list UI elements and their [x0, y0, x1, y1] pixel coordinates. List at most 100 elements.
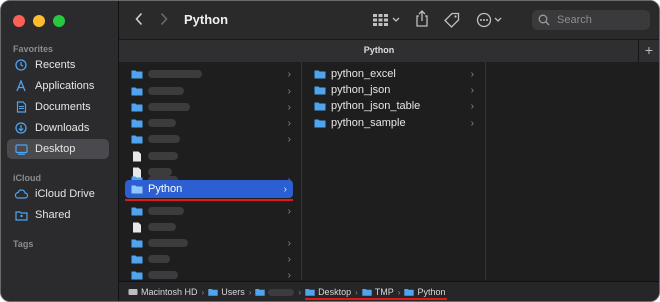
- redacted-name: [148, 239, 188, 247]
- more-actions-button[interactable]: [476, 12, 504, 33]
- close-window-button[interactable]: [13, 15, 25, 27]
- view-options-button[interactable]: [373, 13, 401, 32]
- folder-icon: [131, 206, 143, 216]
- crumb-label: Users: [221, 287, 245, 297]
- list-item[interactable]: ›: [125, 83, 297, 99]
- folder-icon: [131, 86, 143, 96]
- sidebar-item-desktop[interactable]: Desktop: [7, 139, 109, 159]
- redacted-name: [148, 103, 190, 111]
- list-item-label: python_excel: [331, 68, 396, 80]
- sidebar-item-label: Recents: [35, 59, 76, 71]
- share-icon: [416, 10, 428, 27]
- chevron-right-icon: ›: [287, 205, 291, 217]
- chevron-right-icon: ›: [287, 101, 291, 113]
- path-separator: ›: [355, 287, 358, 297]
- folder-icon: [131, 270, 143, 280]
- sidebar-item-applications[interactable]: Applications: [7, 76, 109, 96]
- tab-bar: Python +: [119, 39, 659, 63]
- crumb-label: Macintosh HD: [141, 287, 198, 297]
- sidebar-item-label: Applications: [35, 80, 95, 92]
- list-item-python-json[interactable]: python_json ›: [308, 82, 480, 98]
- crumb-user-home[interactable]: [255, 288, 295, 296]
- icloud-section-label: iCloud: [13, 173, 41, 183]
- crumb-desktop[interactable]: Desktop: [305, 287, 351, 297]
- list-item[interactable]: ›: [125, 115, 297, 131]
- window-title: Python: [184, 12, 229, 27]
- crumb-tmp[interactable]: TMP: [362, 287, 394, 297]
- redacted-name: [148, 87, 184, 95]
- list-item-python-excel[interactable]: python_excel ›: [308, 66, 480, 82]
- crumb-label: Python: [417, 287, 446, 297]
- folder-icon: [131, 254, 143, 264]
- folder-icon: [131, 69, 143, 79]
- path-highlight-underline: [305, 298, 447, 300]
- tag-icon: [444, 12, 460, 28]
- column-1: › › › › › Python › › › › ›: [119, 62, 302, 281]
- column-3: [486, 62, 659, 280]
- redacted-name: [268, 288, 295, 296]
- crumb-python[interactable]: Python: [404, 287, 445, 297]
- list-item-label: python_sample: [331, 117, 406, 129]
- zoom-window-button[interactable]: [53, 15, 65, 27]
- download-icon: [13, 121, 29, 135]
- folder-icon: [404, 289, 415, 296]
- list-item[interactable]: [125, 148, 297, 164]
- chevron-right-icon: ›: [283, 183, 287, 195]
- folder-icon: [255, 289, 266, 296]
- redacted-name: [148, 119, 176, 127]
- list-item[interactable]: [125, 219, 297, 235]
- tag-button[interactable]: [444, 12, 460, 33]
- list-item[interactable]: ›: [125, 99, 297, 115]
- toolbar: Python: [119, 1, 659, 39]
- folder-icon: [208, 289, 218, 296]
- sidebar-item-recents[interactable]: Recents: [7, 55, 109, 75]
- list-item[interactable]: ›: [125, 251, 297, 267]
- tags-section-label: Tags: [13, 239, 34, 249]
- chevron-right-icon: ›: [470, 100, 474, 112]
- share-button[interactable]: [415, 10, 429, 33]
- sidebar: Favorites Recents Applications Documents…: [1, 1, 119, 301]
- minimize-window-button[interactable]: [33, 15, 45, 27]
- search-box[interactable]: [532, 10, 650, 30]
- list-item[interactable]: ›: [125, 66, 297, 82]
- chevron-right-icon: ›: [287, 68, 291, 80]
- chevron-right-icon: ›: [287, 85, 291, 97]
- ellipsis-circle-icon: [476, 12, 502, 28]
- finder-window: Favorites Recents Applications Documents…: [0, 0, 660, 302]
- crumb-users[interactable]: Users: [208, 287, 245, 297]
- chevron-right-icon: ›: [470, 84, 474, 96]
- list-item-python-sample[interactable]: python_sample ›: [308, 115, 480, 131]
- sidebar-item-documents[interactable]: Documents: [7, 97, 109, 117]
- chevron-right-icon: ›: [470, 117, 474, 129]
- redacted-name: [148, 255, 170, 263]
- back-button[interactable]: [134, 12, 144, 31]
- tab-title[interactable]: Python: [119, 45, 639, 55]
- crumb-label: Desktop: [318, 287, 352, 297]
- folder-icon: [314, 101, 326, 111]
- sidebar-item-label: Documents: [35, 101, 91, 113]
- list-item-python-selected[interactable]: Python ›: [125, 180, 293, 198]
- path-separator: ›: [298, 287, 302, 297]
- sidebar-item-label: Downloads: [35, 122, 90, 134]
- path-separator: ›: [201, 287, 205, 297]
- sidebar-item-icloud-drive[interactable]: iCloud Drive: [7, 184, 109, 204]
- list-item-label: Python: [148, 183, 183, 195]
- list-item-python-json-table[interactable]: python_json_table ›: [308, 98, 480, 114]
- crumb-label: TMP: [374, 287, 394, 297]
- redacted-name: [148, 271, 178, 279]
- folder-icon: [314, 69, 326, 79]
- desktop-icon: [13, 142, 29, 156]
- highlight-underline: [125, 199, 293, 201]
- sidebar-item-downloads[interactable]: Downloads: [7, 118, 109, 138]
- chevron-right-icon: ›: [287, 237, 291, 249]
- forward-button[interactable]: [159, 12, 169, 31]
- search-input[interactable]: [555, 13, 639, 27]
- list-item[interactable]: ›: [125, 131, 297, 147]
- folder-icon: [131, 102, 143, 112]
- chevron-left-icon: [135, 12, 143, 26]
- new-tab-button[interactable]: +: [638, 40, 659, 62]
- list-item[interactable]: ›: [125, 235, 297, 251]
- list-item[interactable]: ›: [125, 203, 297, 219]
- crumb-macintosh-hd[interactable]: Macintosh HD: [128, 287, 198, 297]
- sidebar-item-shared[interactable]: Shared: [7, 205, 109, 225]
